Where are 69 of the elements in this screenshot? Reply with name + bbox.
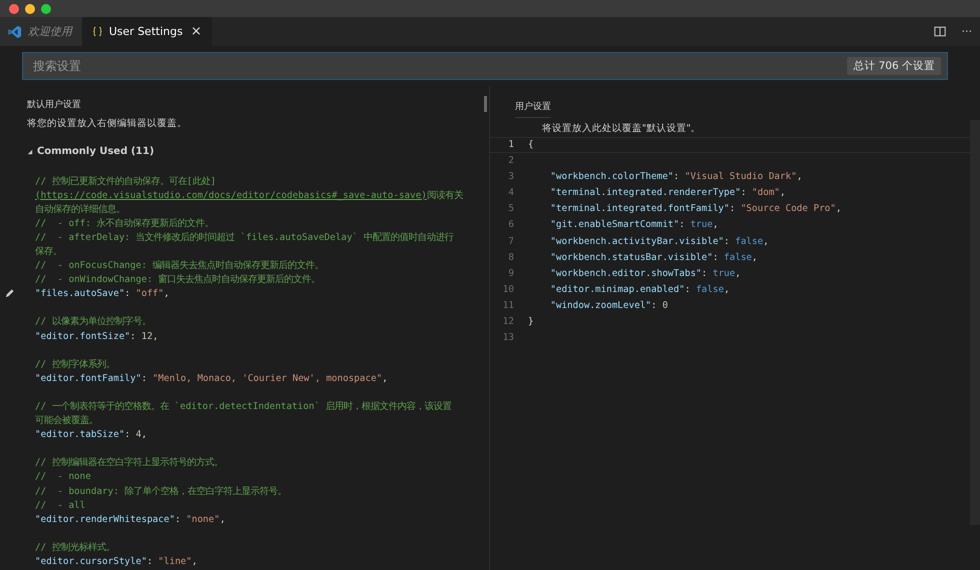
search-field[interactable]: 搜索设置 bbox=[31, 58, 848, 74]
code-line: "editor.tabSize": 4, bbox=[35, 428, 147, 442]
code-line: "workbench.colorTheme": "Visual Studio Dark", bbox=[549, 170, 802, 184]
code-line: // 控制字体系列。 bbox=[35, 358, 115, 372]
line-number: 11 bbox=[502, 298, 515, 313]
group-header[interactable]: Commonly Used (11) bbox=[27, 146, 154, 157]
line-number: 6 bbox=[507, 218, 515, 232]
line-number: 12 bbox=[502, 315, 515, 330]
expand-triangle-icon bbox=[27, 148, 33, 154]
code-line: // 一个制表符等于的空格数。在 `editor.detectIndentation` 启用时，根据文件内容，该设置 bbox=[35, 400, 452, 414]
code-line: // - afterDelay: 当文件修改后的时间超过 `files.autoSaveDelay` 中配置的值时自动进行 bbox=[35, 230, 454, 245]
code-line: // 控制编辑器在空白字符上显示符号的方式。 bbox=[35, 456, 223, 470]
code-line: 自动保存的详细信息。 bbox=[35, 202, 125, 217]
line-number: 4 bbox=[507, 186, 515, 200]
minimize-window-button[interactable] bbox=[25, 4, 35, 14]
pane-title: 用户设置 bbox=[515, 100, 551, 118]
line-number: 1 bbox=[507, 138, 515, 152]
code-line: // - off: 永不自动保存更新后的文件。 bbox=[35, 216, 214, 231]
close-window-button[interactable] bbox=[9, 4, 19, 14]
code-line: // - onWindowChange: 窗口失去焦点时自动保存更新后的文件。 bbox=[35, 273, 320, 288]
code-logo-icon bbox=[8, 24, 22, 38]
line-number: 2 bbox=[507, 154, 515, 168]
line-number: 13 bbox=[502, 331, 515, 346]
maximize-window-button[interactable] bbox=[41, 4, 51, 14]
code-line: "files.autoSave": "off", bbox=[35, 287, 170, 302]
pane-title: 默认用户设置 bbox=[27, 98, 81, 111]
code-line: } bbox=[528, 315, 534, 330]
code-line: "workbench.statusBar.visible": false, bbox=[549, 250, 758, 265]
pencil-icon[interactable] bbox=[4, 288, 15, 300]
code-line: "editor.renderWhitespace": "none", bbox=[35, 512, 226, 527]
code-line: // 控制光标样式。 bbox=[35, 540, 115, 555]
code-line: "workbench.editor.showTabs": true, bbox=[549, 266, 741, 281]
close-tab-button[interactable]: × bbox=[190, 24, 202, 39]
code-line: "editor.fontSize": 12, bbox=[35, 330, 158, 344]
scrollbar-thumb[interactable] bbox=[484, 96, 487, 112]
code-line: "terminal.integrated.fontFamily": "Source Code Pro", bbox=[549, 202, 842, 216]
code-line: "workbench.activityBar.visible": false, bbox=[549, 234, 769, 249]
code-line: // - onFocusChange: 编辑器失去焦点时自动保存更新后的文件。 bbox=[35, 259, 324, 274]
line-number: 9 bbox=[507, 266, 515, 281]
line-number: 5 bbox=[507, 202, 515, 216]
pane-hint: 将设置放入此处以覆盖"默认设置"。 bbox=[542, 122, 702, 135]
editor-tab[interactable]: User Settings × bbox=[82, 17, 212, 46]
pane-hint: 将您的设置放入右侧编辑器以覆盖。 bbox=[27, 117, 187, 130]
line-number: 10 bbox=[502, 282, 515, 297]
code-line: (https://code.visualstudio.com/docs/editor/codebasics#_save-auto-save)阅读有关 bbox=[35, 188, 463, 203]
code-line: { bbox=[528, 138, 534, 152]
split-editor-icon[interactable] bbox=[934, 26, 946, 37]
code-line: "editor.fontFamily": "Menlo, Monaco, 'Courier New', monospace", bbox=[35, 372, 388, 386]
code-line: // 控制已更新文件的自动保存。可在[此处] bbox=[35, 174, 216, 188]
code-line: "window.zoomLevel": 0 bbox=[549, 298, 668, 313]
code-line: "editor.minimap.enabled": false, bbox=[549, 282, 730, 297]
code-line: "terminal.integrated.rendererType": "dom", bbox=[549, 186, 786, 200]
code-line: // - all bbox=[35, 498, 86, 513]
code-line: // - none bbox=[35, 470, 91, 484]
search-box[interactable]: 搜索设置 总计 706 个设置 bbox=[22, 52, 948, 80]
line-number: 8 bbox=[507, 250, 515, 265]
line-number: 7 bbox=[507, 234, 515, 249]
code-line: // - boundary: 除了单个空格，在空白字符上显示符号。 bbox=[35, 484, 287, 499]
settings-count-badge: 总计 706 个设置 bbox=[847, 57, 941, 75]
line-number: 3 bbox=[507, 170, 515, 184]
code-line: 可能会被覆盖。 bbox=[35, 414, 98, 428]
braces-icon bbox=[92, 26, 103, 37]
code-line: "editor.cursorStyle": "line", bbox=[35, 555, 198, 570]
more-actions-button[interactable]: ··· bbox=[962, 25, 972, 38]
code-line: "git.enableSmartCommit": true, bbox=[549, 218, 718, 232]
code-line: 保存。 bbox=[35, 244, 62, 259]
code-line: // 以像素为单位控制字号。 bbox=[35, 315, 151, 330]
editor-tab[interactable]: 欢迎使用 bbox=[0, 17, 82, 46]
docs-link[interactable]: (https://code.visualstudio.com/docs/editor/codebasics#_save-auto-save) bbox=[35, 190, 427, 201]
